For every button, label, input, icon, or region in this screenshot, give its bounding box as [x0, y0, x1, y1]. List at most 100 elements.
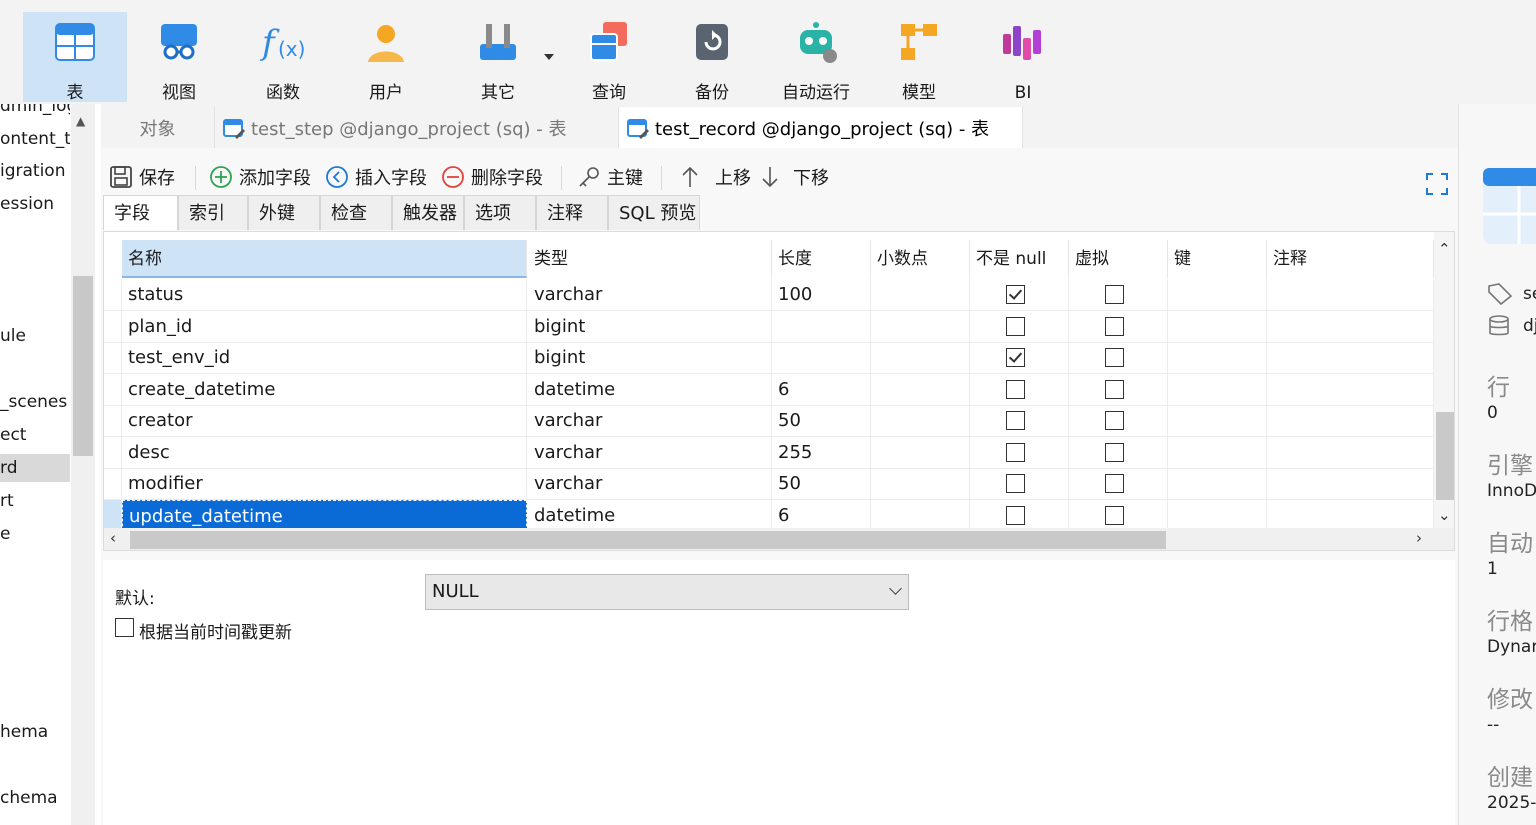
subtab-indexes[interactable]: 索引 — [178, 195, 248, 230]
cell-key[interactable] — [1168, 499, 1267, 531]
tree-item-selected[interactable]: rd — [0, 454, 70, 482]
insert-field-button[interactable]: 插入字段 — [325, 164, 427, 190]
cell-length[interactable]: 50 — [772, 405, 871, 436]
tab-test-record[interactable]: test_record @django_project (sq) - 表 — [619, 107, 1023, 148]
table-row[interactable]: modifier varchar 50 — [104, 468, 1434, 500]
cell-virtual[interactable] — [1069, 405, 1168, 436]
subtab-fields[interactable]: 字段 — [103, 195, 178, 230]
cell-comment[interactable] — [1267, 436, 1434, 468]
tree-item[interactable]: hema — [0, 718, 70, 746]
cell-length[interactable]: 6 — [772, 373, 871, 405]
virtual-checkbox[interactable] — [1105, 285, 1124, 304]
virtual-checkbox[interactable] — [1105, 442, 1124, 462]
cell-virtual[interactable] — [1069, 373, 1168, 405]
cell-not-null[interactable] — [970, 436, 1069, 468]
cell-name[interactable]: test_env_id — [122, 342, 527, 373]
table-row[interactable]: status varchar 100 — [104, 279, 1434, 311]
cell-name[interactable]: plan_id — [122, 310, 527, 342]
scroll-left-icon[interactable]: ‹ — [110, 529, 116, 547]
subtab-checks[interactable]: 检查 — [320, 195, 392, 230]
ribbon-bi-button[interactable]: BI — [971, 12, 1075, 102]
tree-item[interactable]: _scenes — [0, 388, 70, 416]
table-row[interactable]: plan_id bigint — [104, 310, 1434, 343]
cell-type[interactable]: bigint — [528, 342, 772, 373]
row-indicator[interactable] — [104, 436, 122, 468]
cell-key[interactable] — [1168, 468, 1267, 499]
cell-type[interactable]: datetime — [528, 499, 772, 531]
cell-name[interactable]: update_datetime — [122, 499, 527, 531]
cell-name[interactable]: modifier — [122, 468, 527, 499]
grid-horizontal-scrollbar-thumb[interactable] — [130, 531, 1166, 549]
scroll-right-icon[interactable]: › — [1416, 529, 1422, 547]
table-row[interactable]: create_datetime datetime 6 — [104, 373, 1434, 406]
tab-objects[interactable]: 对象 — [101, 107, 215, 148]
save-button[interactable]: 保存 — [109, 164, 175, 190]
cell-type[interactable]: varchar — [528, 436, 772, 468]
ribbon-model-button[interactable]: 模型 — [867, 12, 971, 102]
column-header-type[interactable]: 类型 — [528, 240, 772, 278]
cell-decimals[interactable] — [871, 279, 970, 310]
cell-key[interactable] — [1168, 373, 1267, 405]
cell-key[interactable] — [1168, 405, 1267, 436]
column-header-virtual[interactable]: 虚拟 — [1069, 240, 1168, 278]
tree-scrollbar-thumb[interactable] — [73, 276, 93, 456]
cell-comment[interactable] — [1267, 310, 1434, 342]
cell-decimals[interactable] — [871, 468, 970, 499]
cell-comment[interactable] — [1267, 373, 1434, 405]
cell-not-null[interactable] — [970, 279, 1069, 310]
ribbon-other-button[interactable]: 其它 — [446, 12, 550, 102]
subtab-triggers[interactable]: 触发器 — [392, 195, 464, 230]
cell-length[interactable] — [772, 342, 871, 373]
scroll-up-icon[interactable]: ▲ — [76, 114, 85, 128]
cell-not-null[interactable] — [970, 310, 1069, 342]
cell-virtual[interactable] — [1069, 436, 1168, 468]
tree-item[interactable]: ule — [0, 322, 70, 350]
tree-item[interactable]: ontent_ty — [0, 125, 70, 153]
tree-item[interactable]: igration — [0, 157, 70, 185]
cell-not-null[interactable] — [970, 468, 1069, 499]
ribbon-table-button[interactable]: 表 — [23, 12, 127, 102]
cell-not-null[interactable] — [970, 342, 1069, 373]
subtab-options[interactable]: 选项 — [464, 195, 536, 230]
ribbon-view-button[interactable]: 视图 — [127, 12, 231, 102]
cell-name[interactable]: status — [122, 279, 527, 310]
cell-key[interactable] — [1168, 342, 1267, 373]
virtual-checkbox[interactable] — [1105, 411, 1124, 430]
cell-length[interactable]: 6 — [772, 499, 871, 531]
tree-item[interactable]: dmin_log — [0, 104, 70, 120]
not-null-checkbox[interactable] — [1006, 285, 1025, 304]
cell-type[interactable]: datetime — [528, 373, 772, 405]
cell-virtual[interactable] — [1069, 342, 1168, 373]
tree-item[interactable]: rt — [0, 487, 70, 515]
cell-type[interactable]: varchar — [528, 468, 772, 499]
cell-virtual[interactable] — [1069, 468, 1168, 499]
cell-comment[interactable] — [1267, 279, 1434, 310]
not-null-checkbox[interactable] — [1006, 505, 1025, 525]
cell-decimals[interactable] — [871, 342, 970, 373]
cell-key[interactable] — [1168, 436, 1267, 468]
ribbon-autorun-button[interactable]: 自动运行 — [764, 12, 868, 102]
scroll-up-icon[interactable]: ⌃ — [1438, 240, 1451, 258]
cell-virtual[interactable] — [1069, 499, 1168, 531]
subtab-foreign-keys[interactable]: 外键 — [248, 195, 320, 230]
table-row[interactable]: creator varchar 50 — [104, 405, 1434, 437]
column-header-key[interactable]: 键 — [1168, 240, 1267, 278]
row-indicator[interactable] — [104, 279, 122, 310]
cell-name[interactable]: desc — [122, 436, 527, 468]
chevron-down-icon[interactable] — [544, 54, 554, 60]
cell-key[interactable] — [1168, 279, 1267, 310]
cell-type[interactable]: bigint — [528, 310, 772, 342]
virtual-checkbox[interactable] — [1105, 474, 1124, 493]
row-indicator[interactable] — [104, 373, 122, 405]
cell-comment[interactable] — [1267, 499, 1434, 531]
column-header-name[interactable]: 名称 — [122, 240, 527, 278]
column-header-decimals[interactable]: 小数点 — [871, 240, 970, 278]
cell-key[interactable] — [1168, 310, 1267, 342]
cell-comment[interactable] — [1267, 342, 1434, 373]
tree-item[interactable]: ect — [0, 421, 70, 449]
subtab-comment[interactable]: 注释 — [536, 195, 608, 230]
column-header-comment[interactable]: 注释 — [1267, 240, 1434, 278]
tree-item[interactable]: ession — [0, 190, 70, 218]
tab-test-step[interactable]: test_step @django_project (sq) - 表 — [215, 107, 619, 148]
scroll-down-icon[interactable]: ⌄ — [1438, 506, 1451, 524]
